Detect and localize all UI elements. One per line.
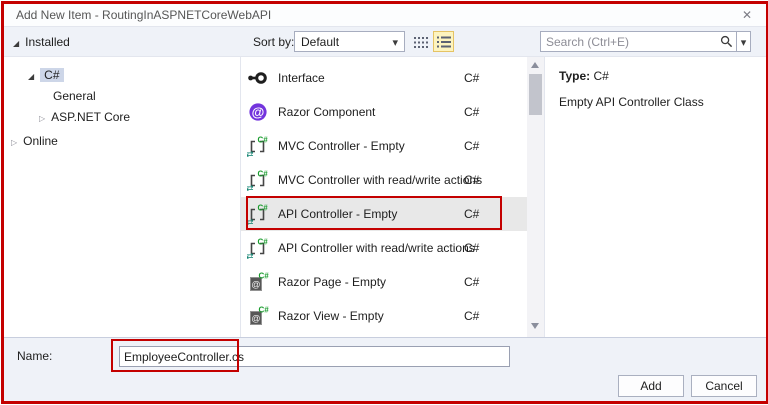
list-item-type: C# (464, 275, 479, 289)
collapsed-icon (39, 110, 45, 124)
razor-page-icon: @C# (246, 305, 270, 327)
razor-component-icon: @ (246, 102, 270, 122)
list-item-type: C# (464, 173, 479, 187)
template-details-panel: Type: C# Empty API Controller Class (544, 57, 766, 337)
expanded-icon (28, 68, 34, 82)
name-input[interactable] (119, 346, 510, 367)
scroll-down-icon[interactable] (531, 323, 539, 329)
list-view-button[interactable] (433, 31, 454, 52)
list-item-label: Razor Component (278, 105, 375, 119)
template-description: Empty API Controller Class (559, 95, 766, 109)
svg-text:C#: C# (259, 272, 270, 281)
list-item-label: Interface (278, 71, 325, 85)
list-item[interactable]: @ Razor Component C# (241, 95, 527, 129)
list-item-label: Razor Page - Empty (278, 275, 386, 289)
template-list: Interface C# @ Razor Component C# C# ⇄ MV… (241, 57, 527, 337)
template-tree-panel: C# General ASP.NET Core Online (4, 57, 241, 337)
cancel-button[interactable]: Cancel (691, 375, 757, 397)
list-item-type: C# (464, 309, 479, 323)
close-icon (742, 8, 752, 22)
close-button[interactable] (734, 4, 760, 27)
scroll-up-icon[interactable] (531, 62, 539, 68)
content-area: C# General ASP.NET Core Online Interface… (4, 57, 766, 337)
svg-text:C#: C# (259, 306, 270, 315)
list-item-label: Razor View - Empty (278, 309, 384, 323)
tree-item-online[interactable]: Online (11, 132, 58, 150)
svg-text:⇄: ⇄ (247, 149, 254, 157)
svg-text:@: @ (251, 314, 260, 324)
small-icons-view-button[interactable] (410, 31, 431, 52)
tree-item-label: Online (23, 134, 58, 148)
tree-item-label: Installed (25, 35, 70, 49)
tree-item-general[interactable]: General (53, 87, 96, 105)
list-item-label: MVC Controller with read/write actions (278, 173, 482, 187)
list-item-type: C# (464, 105, 479, 119)
collapsed-icon (11, 134, 17, 148)
type-value: C# (593, 69, 608, 83)
list-item-type: C# (464, 207, 479, 221)
sort-dropdown[interactable]: Default (294, 31, 405, 52)
api-controller-icon: C# ⇄ (246, 203, 270, 225)
search-icon (720, 35, 733, 48)
tree-item-label: C# (40, 68, 63, 82)
search-input[interactable] (541, 33, 716, 50)
api-controller-icon: C# ⇄ (246, 237, 270, 259)
svg-text:@: @ (251, 280, 260, 290)
footer: Name: Add Cancel (4, 337, 766, 401)
list-item[interactable]: Interface C# (241, 61, 527, 95)
razor-page-icon: @C# (246, 271, 270, 293)
name-label: Name: (17, 346, 52, 367)
list-item-label: API Controller with read/write actions (278, 241, 475, 255)
list-item-type: C# (464, 139, 479, 153)
search-options-button[interactable] (736, 31, 751, 52)
list-item[interactable]: C# ⇄ API Controller with read/write actio… (241, 231, 527, 265)
list-item[interactable]: C# ⇄ API Controller - Empty C# (241, 197, 527, 231)
search-button[interactable] (716, 35, 736, 48)
list-item-label: MVC Controller - Empty (278, 139, 405, 153)
list-icon (437, 35, 451, 49)
scrollbar[interactable] (527, 57, 544, 337)
svg-text:⇄: ⇄ (247, 217, 254, 225)
list-item[interactable]: @C# Razor View - Empty C# (241, 299, 527, 333)
dialog-title: Add New Item - RoutingInASPNETCoreWebAPI (16, 4, 271, 27)
toolbar: Installed Sort by: Default (4, 27, 766, 57)
mvc-controller-icon: C# ⇄ (246, 169, 270, 191)
mvc-controller-icon: C# ⇄ (246, 135, 270, 157)
list-item-label: API Controller - Empty (278, 207, 397, 221)
chevron-down-icon (392, 35, 398, 49)
type-label: Type: (559, 69, 590, 83)
tree-item-installed[interactable]: Installed (13, 27, 70, 57)
svg-text:C#: C# (258, 204, 269, 213)
tree-item-aspnet-core[interactable]: ASP.NET Core (39, 108, 130, 126)
expanded-icon (13, 35, 19, 49)
svg-text:⇄: ⇄ (247, 183, 254, 191)
list-item[interactable]: C# ⇄ MVC Controller with read/write actio… (241, 163, 527, 197)
sort-dropdown-value: Default (301, 35, 392, 49)
interface-icon (246, 69, 270, 87)
tree-item-csharp[interactable]: C# (28, 66, 64, 84)
svg-text:⇄: ⇄ (247, 251, 254, 259)
list-item[interactable]: @C# Razor Page - Empty C# (241, 265, 527, 299)
search-area (540, 31, 751, 52)
svg-text:C#: C# (258, 170, 269, 179)
tree-item-label: General (53, 89, 96, 103)
list-item-type: C# (464, 71, 479, 85)
search-field (540, 31, 736, 52)
sort-by-label: Sort by: (253, 27, 294, 57)
add-button[interactable]: Add (618, 375, 684, 397)
svg-text:@: @ (252, 105, 265, 120)
svg-text:C#: C# (258, 136, 269, 145)
chevron-down-icon (741, 35, 747, 49)
scroll-thumb[interactable] (529, 74, 542, 115)
grid-icon (414, 35, 428, 49)
svg-text:C#: C# (258, 238, 269, 247)
add-new-item-dialog: Add New Item - RoutingInASPNETCoreWebAPI… (1, 1, 768, 404)
list-item[interactable]: C# ⇄ MVC Controller - Empty C# (241, 129, 527, 163)
list-item-type: C# (464, 241, 479, 255)
title-bar: Add New Item - RoutingInASPNETCoreWebAPI (4, 4, 766, 27)
tree-item-label: ASP.NET Core (51, 110, 130, 124)
